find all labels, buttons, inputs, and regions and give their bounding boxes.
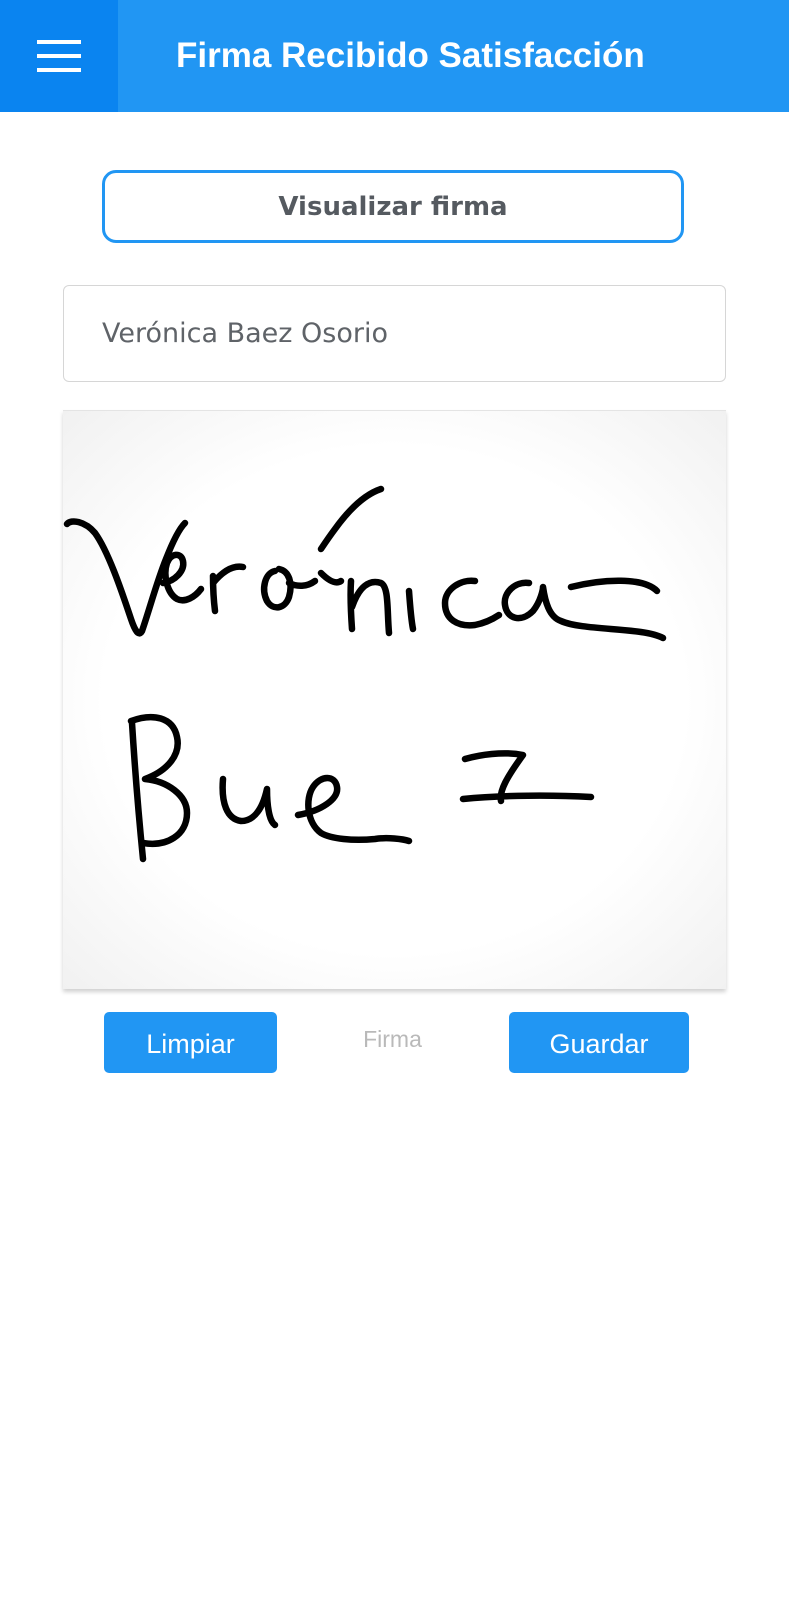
app-bar: Firma Recibido Satisfacción bbox=[0, 0, 789, 112]
signature-pad[interactable] bbox=[63, 410, 726, 989]
save-button[interactable]: Guardar bbox=[509, 1012, 689, 1073]
handwritten-signature bbox=[63, 485, 667, 863]
signature-caption: Firma bbox=[363, 1026, 422, 1052]
signer-name-input[interactable] bbox=[102, 286, 702, 380]
page-title: Firma Recibido Satisfacción bbox=[176, 36, 645, 75]
signer-name-field[interactable] bbox=[63, 285, 726, 382]
view-signature-button[interactable]: Visualizar firma bbox=[102, 170, 684, 243]
hamburger-menu-icon bbox=[37, 40, 81, 72]
clear-button[interactable]: Limpiar bbox=[104, 1012, 277, 1073]
menu-button[interactable] bbox=[0, 0, 118, 112]
